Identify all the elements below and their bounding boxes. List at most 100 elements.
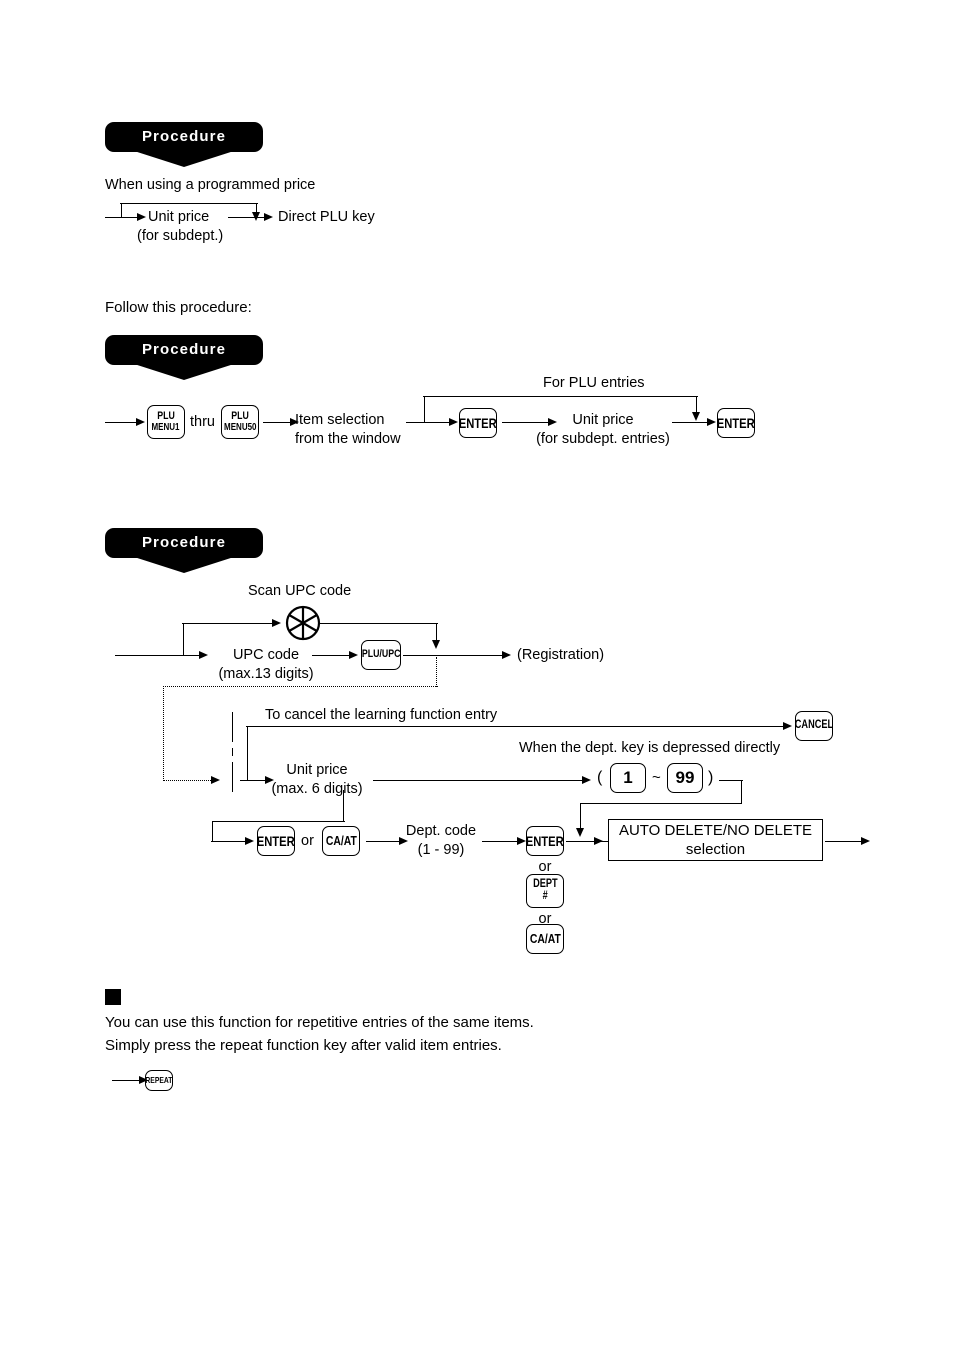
key-label: CA/AT (325, 833, 357, 849)
flow-line (373, 780, 588, 781)
key-dept-hash[interactable]: DEPT # (526, 874, 564, 908)
unit-price-line1: Unit price (572, 412, 634, 428)
flow-line (580, 803, 742, 804)
flow-arrow (692, 412, 700, 421)
flow-arrow (449, 418, 458, 426)
key-label: REPEAT (145, 1075, 173, 1086)
flow-line (182, 623, 276, 624)
flow-line (105, 422, 139, 423)
key-label: ENTER (526, 832, 564, 849)
key-line-2: MENU1 (151, 421, 180, 433)
flow-arrow (199, 651, 208, 659)
flow-line (343, 790, 344, 822)
key-enter-1[interactable]: ENTER (459, 408, 497, 438)
flow-arrow (502, 651, 511, 659)
flow-arrow (783, 722, 792, 730)
paren-close: ) (708, 769, 714, 786)
key-plu-upc[interactable]: PLU/UPC (361, 640, 401, 670)
key-label: CA/AT (529, 931, 561, 947)
flow-line (212, 821, 345, 822)
flow-line (424, 396, 425, 422)
auto-delete-line1: AUTO DELETE/NO DELETE (618, 822, 813, 839)
flow-arrow (245, 837, 254, 845)
cancel-learning-label: To cancel the learning function entry (265, 707, 498, 723)
thru-label: thru (190, 414, 215, 430)
flow-arrow (432, 640, 440, 649)
flow-arrow (517, 837, 526, 845)
key-enter-b[interactable]: ENTER (526, 826, 564, 856)
key-caat-b[interactable]: CA/AT (526, 924, 564, 954)
item-selection-line1: Item selection (295, 412, 385, 428)
dept-key-direct-label: When the dept. key is depressed directly (519, 740, 781, 756)
flow-line-dotted (163, 780, 215, 781)
key-label: 1 (623, 768, 633, 788)
key-cancel[interactable]: CANCEL (795, 711, 833, 741)
auto-delete-box: AUTO DELETE/NO DELETE selection (608, 819, 823, 861)
flow-arrow (349, 651, 358, 659)
key-plu-menu1[interactable]: PLU MENU1 (147, 405, 185, 439)
section2-intro: Follow this procedure: (105, 299, 252, 316)
key-repeat[interactable]: REPEAT (145, 1070, 173, 1091)
flow-line (120, 203, 258, 204)
key-enter-2[interactable]: ENTER (717, 408, 755, 438)
key-enter-a[interactable]: ENTER (257, 826, 295, 856)
junction-bar (232, 762, 233, 792)
flow-line (105, 217, 141, 218)
banner-label: Procedure (141, 341, 227, 358)
flow-arrow (548, 418, 557, 426)
flow-line (403, 655, 508, 656)
key-dept-1[interactable]: 1 (610, 763, 646, 793)
or-label-1: or (301, 833, 314, 849)
junction-bar (232, 712, 233, 742)
flow-arrow (861, 837, 870, 845)
section1-note: When using a programmed price (105, 177, 316, 193)
flow-line (247, 726, 248, 781)
key-caat-a[interactable]: CA/AT (322, 826, 360, 856)
banner-point (131, 363, 237, 380)
flow-line (211, 841, 249, 842)
flow-line (212, 821, 213, 841)
registration-label: (Registration) (517, 647, 605, 663)
procedure-banner-1: Procedure (105, 122, 263, 167)
key-label: 99 (675, 768, 695, 788)
flow-line (183, 623, 184, 656)
key-label: ENTER (459, 414, 497, 431)
procedure-banner-3: Procedure (105, 528, 263, 573)
key-dept-99[interactable]: 99 (667, 763, 703, 793)
step-direct-plu-key: Direct PLU key (278, 209, 375, 225)
for-plu-entries-label: For PLU entries (543, 375, 645, 391)
junction-bar (232, 748, 233, 756)
auto-delete-line2: selection (685, 841, 746, 858)
tilde-separator: ~ (652, 769, 661, 786)
flow-line (228, 217, 268, 218)
flow-line (320, 623, 438, 624)
dept-code-line2: (1 - 99) (417, 842, 465, 858)
step-unit-price-sub: (for subdept.) (137, 228, 224, 244)
key-label: CANCEL (794, 719, 834, 732)
upc-code-line2: (max.13 digits) (218, 666, 314, 682)
flow-line (312, 655, 354, 656)
key-line-2: # (542, 890, 548, 902)
flow-arrow (137, 213, 146, 221)
black-square-bullet-icon (105, 989, 121, 1005)
flow-line (115, 655, 203, 656)
paren-open: ( (597, 769, 603, 786)
flow-line (423, 396, 698, 397)
flow-line-dotted (163, 686, 164, 781)
flow-line (246, 726, 789, 727)
key-line-2: MENU50 (223, 421, 257, 433)
banner-point (131, 150, 237, 167)
flow-arrow (272, 619, 281, 627)
scanner-icon (285, 605, 321, 641)
flow-line (502, 422, 554, 423)
flow-line (741, 780, 742, 804)
flow-line (719, 780, 743, 781)
flow-arrow (707, 418, 716, 426)
unit-price-line1: Unit price (286, 762, 348, 778)
banner-point (131, 556, 237, 573)
manual-page: Procedure When using a programmed price … (0, 0, 954, 1348)
banner-label: Procedure (141, 128, 227, 145)
flow-line-dotted (436, 657, 437, 687)
key-plu-menu50[interactable]: PLU MENU50 (221, 405, 259, 439)
flow-line (580, 803, 581, 831)
